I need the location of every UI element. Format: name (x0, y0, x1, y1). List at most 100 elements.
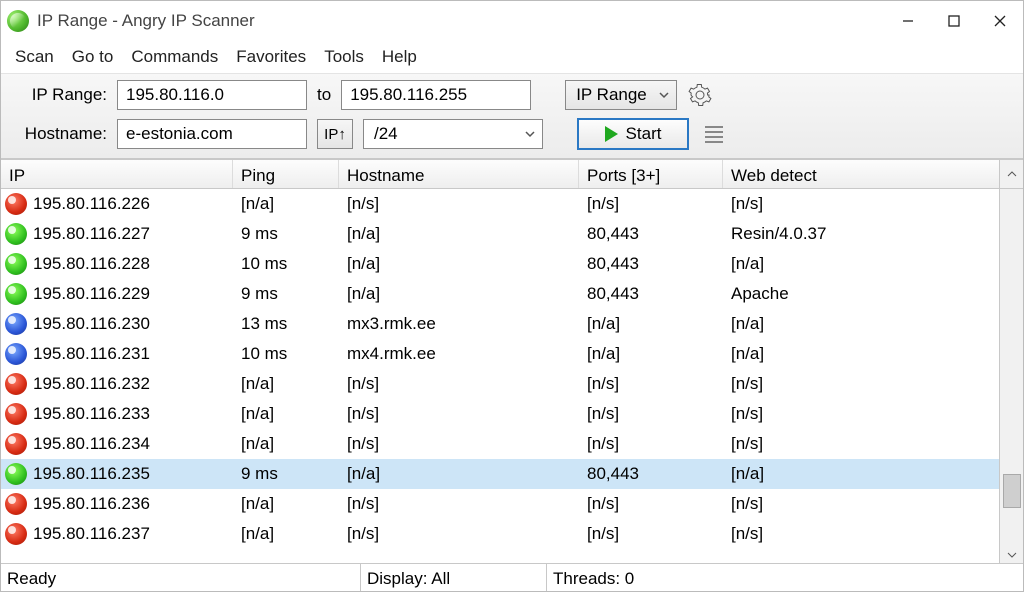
chevron-down-icon (1006, 549, 1018, 561)
cell-ip: 195.80.116.227 (33, 224, 150, 244)
cell-ip: 195.80.116.232 (33, 374, 150, 394)
cell-web: [n/s] (723, 189, 999, 219)
to-label: to (317, 85, 331, 105)
hostname-input[interactable] (117, 119, 307, 149)
menu-scan[interactable]: Scan (15, 47, 54, 67)
status-icon (5, 253, 27, 275)
cell-ip: 195.80.116.234 (33, 434, 150, 454)
range-mode-combo[interactable]: IP Range (565, 80, 677, 110)
cell-web: [n/s] (723, 519, 999, 549)
table-row[interactable]: 195.80.116.22810 ms[n/a]80,443[n/a] (1, 249, 999, 279)
ip-start-input[interactable] (117, 80, 307, 110)
range-mode-value: IP Range (576, 85, 647, 105)
status-icon (5, 313, 27, 335)
chevron-down-icon (658, 89, 670, 101)
hostname-label: Hostname: (15, 124, 107, 144)
table-row[interactable]: 195.80.116.2359 ms[n/a]80,443[n/a] (1, 459, 999, 489)
cell-ping: 10 ms (233, 339, 339, 369)
status-icon (5, 463, 27, 485)
table-row[interactable]: 195.80.116.2299 ms[n/a]80,443Apache (1, 279, 999, 309)
display-options-button[interactable] (705, 119, 731, 149)
cell-ping: [n/a] (233, 519, 339, 549)
cell-web: Apache (723, 279, 999, 309)
cell-ping: [n/a] (233, 429, 339, 459)
cell-ip: 195.80.116.237 (33, 524, 150, 544)
table-row[interactable]: 195.80.116.23110 msmx4.rmk.ee[n/a][n/a] (1, 339, 999, 369)
cell-ping: [n/a] (233, 399, 339, 429)
cell-ports: [n/s] (579, 519, 723, 549)
cell-ports: [n/s] (579, 189, 723, 219)
cell-hostname: mx3.rmk.ee (339, 309, 579, 339)
cell-ip: 195.80.116.228 (33, 254, 150, 274)
cell-hostname: [n/s] (339, 429, 579, 459)
cell-ping: 9 ms (233, 279, 339, 309)
scrollbar-thumb[interactable] (1003, 474, 1021, 508)
table-body: 195.80.116.226[n/a][n/s][n/s][n/s]195.80… (1, 189, 1023, 563)
cell-ip: 195.80.116.226 (33, 194, 150, 214)
cell-ports: [n/s] (579, 399, 723, 429)
col-ping[interactable]: Ping (233, 160, 339, 188)
chevron-up-icon (1006, 168, 1018, 180)
status-icon (5, 193, 27, 215)
settings-button[interactable] (687, 82, 713, 108)
cell-ip: 195.80.116.229 (33, 284, 150, 304)
close-button[interactable] (977, 6, 1023, 36)
cell-hostname: [n/a] (339, 219, 579, 249)
table-row[interactable]: 195.80.116.233[n/a][n/s][n/s][n/s] (1, 399, 999, 429)
cell-hostname: [n/a] (339, 249, 579, 279)
netmask-value: /24 (374, 124, 398, 144)
cell-ping: [n/a] (233, 189, 339, 219)
cell-ports: [n/a] (579, 309, 723, 339)
table-row[interactable]: 195.80.116.237[n/a][n/s][n/s][n/s] (1, 519, 999, 549)
menu-goto[interactable]: Go to (72, 47, 114, 67)
cell-web: [n/a] (723, 459, 999, 489)
cell-web: [n/s] (723, 399, 999, 429)
minimize-button[interactable] (885, 6, 931, 36)
menu-favorites[interactable]: Favorites (236, 47, 306, 67)
status-icon (5, 283, 27, 305)
maximize-button[interactable] (931, 6, 977, 36)
cell-ping: 9 ms (233, 459, 339, 489)
ip-range-label: IP Range: (15, 85, 107, 105)
table-row[interactable]: 195.80.116.236[n/a][n/s][n/s][n/s] (1, 489, 999, 519)
status-bar: Ready Display: All Threads: 0 (1, 563, 1023, 591)
menu-help[interactable]: Help (382, 47, 417, 67)
table-row[interactable]: 195.80.116.234[n/a][n/s][n/s][n/s] (1, 429, 999, 459)
col-web[interactable]: Web detect (723, 160, 999, 188)
table-row[interactable]: 195.80.116.232[n/a][n/s][n/s][n/s] (1, 369, 999, 399)
cell-ping: [n/a] (233, 489, 339, 519)
start-label: Start (626, 124, 662, 144)
cell-ping: 9 ms (233, 219, 339, 249)
table-header: IP Ping Hostname Ports [3+] Web detect (1, 159, 1023, 189)
status-icon (5, 493, 27, 515)
menu-commands[interactable]: Commands (131, 47, 218, 67)
status-ready: Ready (1, 564, 361, 591)
status-display: Display: All (361, 564, 547, 591)
col-hostname[interactable]: Hostname (339, 160, 579, 188)
start-button[interactable]: Start (577, 118, 689, 150)
menu-tools[interactable]: Tools (324, 47, 364, 67)
table-row[interactable]: 195.80.116.2279 ms[n/a]80,443Resin/4.0.3… (1, 219, 999, 249)
ip-up-button[interactable]: IP↑ (317, 119, 353, 149)
status-icon (5, 223, 27, 245)
scroll-up-button[interactable] (999, 160, 1023, 188)
table-row[interactable]: 195.80.116.226[n/a][n/s][n/s][n/s] (1, 189, 999, 219)
title-bar: IP Range - Angry IP Scanner (1, 1, 1023, 41)
menu-bar: Scan Go to Commands Favorites Tools Help (1, 41, 1023, 73)
status-icon (5, 523, 27, 545)
cell-ip: 195.80.116.230 (33, 314, 150, 334)
cell-ip: 195.80.116.235 (33, 464, 150, 484)
cell-hostname: [n/a] (339, 459, 579, 489)
col-ip[interactable]: IP (1, 160, 233, 188)
netmask-combo[interactable]: /24 (363, 119, 543, 149)
cell-ports: [n/s] (579, 489, 723, 519)
app-window: IP Range - Angry IP Scanner Scan Go to C… (0, 0, 1024, 592)
status-icon (5, 373, 27, 395)
col-ports[interactable]: Ports [3+] (579, 160, 723, 188)
cell-ip: 195.80.116.233 (33, 404, 150, 424)
gear-icon (688, 83, 712, 107)
cell-ports: 80,443 (579, 249, 723, 279)
vertical-scrollbar[interactable] (999, 189, 1023, 563)
ip-end-input[interactable] (341, 80, 531, 110)
table-row[interactable]: 195.80.116.23013 msmx3.rmk.ee[n/a][n/a] (1, 309, 999, 339)
